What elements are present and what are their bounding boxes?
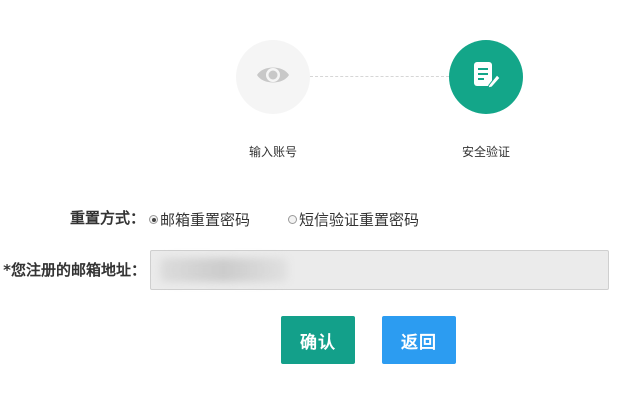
step-1-label: 输入账号 xyxy=(248,145,297,159)
eye-icon xyxy=(255,63,291,91)
radio-sms-reset[interactable]: 短信验证重置密码 xyxy=(288,209,419,230)
radio-email-reset[interactable]: 邮箱重置密码 xyxy=(149,209,250,230)
step-1-circle xyxy=(236,40,310,114)
email-field[interactable] xyxy=(150,250,609,290)
radio-sms-label: 短信验证重置密码 xyxy=(299,211,420,229)
step-2-label: 安全验证 xyxy=(461,145,510,159)
back-button[interactable]: 返回 xyxy=(382,316,456,364)
confirm-button[interactable]: 确认 xyxy=(281,316,355,364)
step-connector xyxy=(310,76,449,77)
document-edit-icon xyxy=(471,59,501,95)
radio-email-label: 邮箱重置密码 xyxy=(160,211,251,229)
reset-method-label: 重置方式： xyxy=(69,209,145,227)
email-address-label: *您注册的邮箱地址： xyxy=(3,261,146,279)
radio-checked-icon[interactable] xyxy=(149,215,158,224)
radio-unchecked-icon[interactable] xyxy=(288,215,297,224)
step-2-circle xyxy=(449,40,523,114)
